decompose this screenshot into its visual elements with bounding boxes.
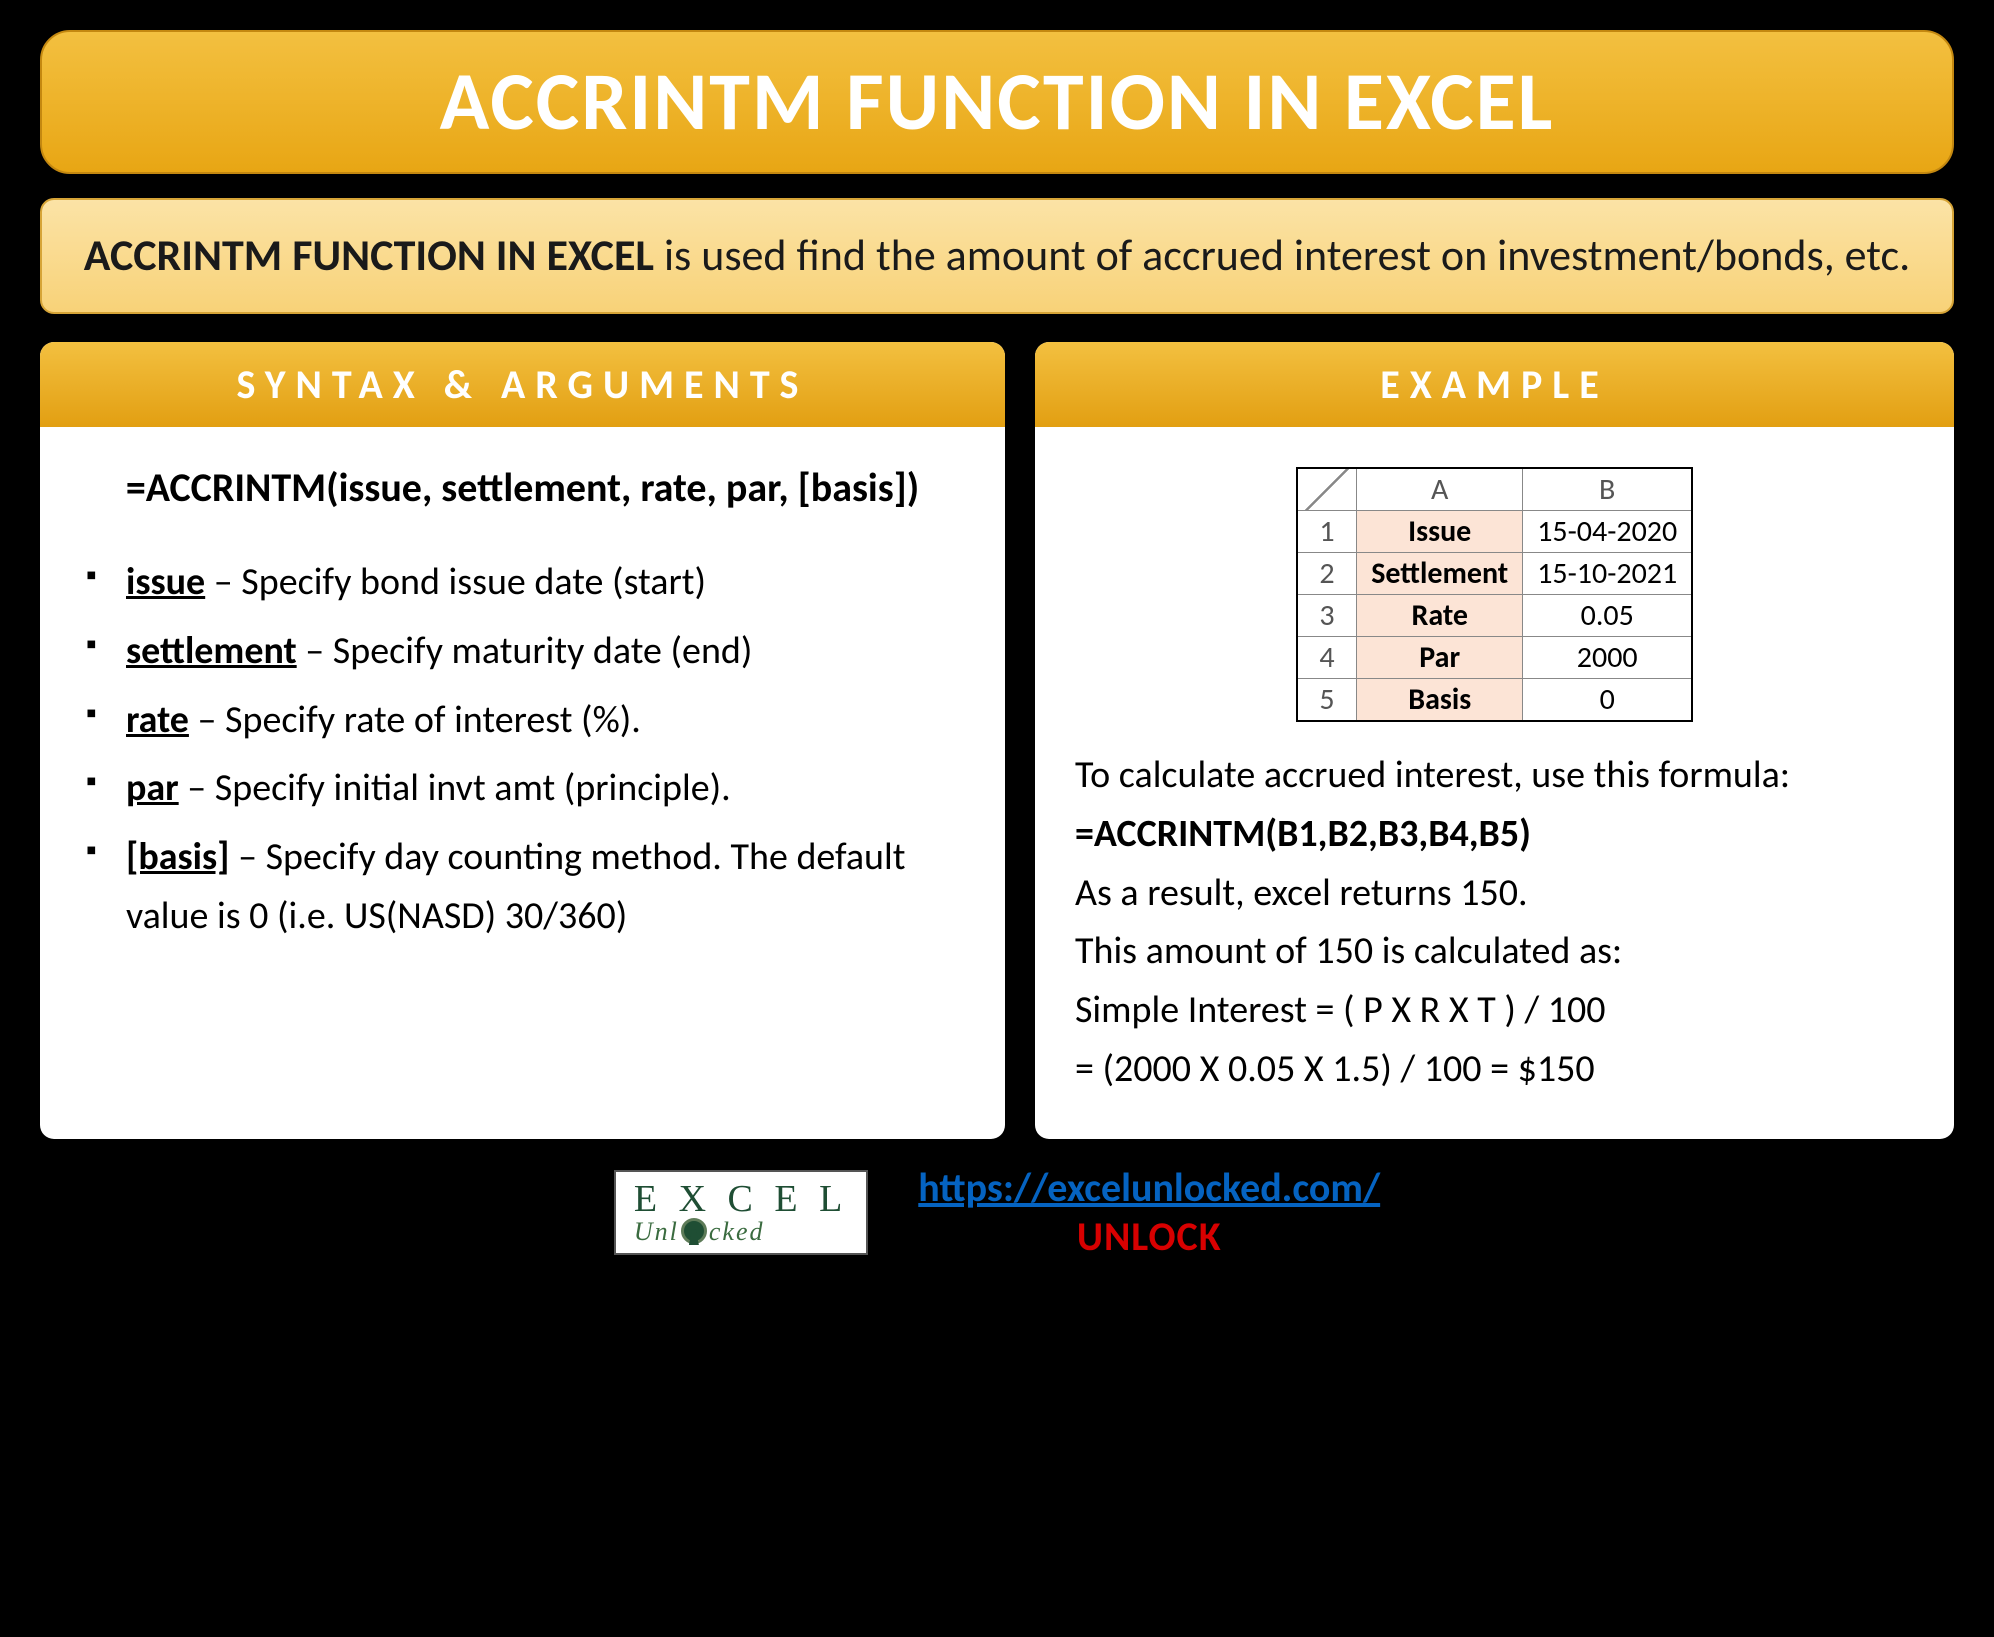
example-panel-header: EXAMPLE bbox=[1035, 342, 1954, 427]
arg-term: issue bbox=[126, 559, 205, 605]
example-panel-body: A B 1 Issue 15-04-2020 2 Settlement 15-1… bbox=[1035, 427, 1954, 1109]
table-row: 3 Rate 0.05 bbox=[1297, 594, 1692, 636]
list-item: issue – Specify bond issue date (start) bbox=[80, 553, 965, 612]
table-row: 2 Settlement 15-10-2021 bbox=[1297, 552, 1692, 594]
syntax-panel: SYNTAX & ARGUMENTS =ACCRINTM(issue, sett… bbox=[40, 342, 1005, 1139]
description-heading: ACCRINTM FUNCTION IN EXCEL bbox=[84, 228, 654, 282]
table-value: 15-04-2020 bbox=[1523, 510, 1693, 552]
content-columns: SYNTAX & ARGUMENTS =ACCRINTM(issue, sett… bbox=[40, 342, 1954, 1139]
brand-logo: E X C E L Unl cked bbox=[614, 1170, 868, 1255]
arg-term: [basis] bbox=[126, 834, 229, 880]
table-row: 5 Basis 0 bbox=[1297, 678, 1692, 721]
table-label: Par bbox=[1357, 636, 1523, 678]
keyhole-icon bbox=[681, 1218, 707, 1244]
row-header: 4 bbox=[1297, 636, 1357, 678]
example-formula: =ACCRINTM(B1,B2,B3,B4,B5) bbox=[1075, 805, 1914, 864]
example-text: To calculate accrued interest, use this … bbox=[1075, 746, 1914, 1099]
table-label: Settlement bbox=[1357, 552, 1523, 594]
arg-desc: – Specify initial invt amt (principle). bbox=[179, 765, 731, 811]
arg-term: par bbox=[126, 765, 179, 811]
example-calc-line: Simple Interest = ( P X R X T ) / 100 bbox=[1075, 981, 1914, 1040]
table-label: Issue bbox=[1357, 510, 1523, 552]
example-panel: EXAMPLE A B 1 Issue 15-04-2020 2 Settlem… bbox=[1035, 342, 1954, 1139]
logo-word: E X C E L bbox=[634, 1180, 848, 1218]
table-row: 4 Par 2000 bbox=[1297, 636, 1692, 678]
arg-desc: – Specify rate of interest (%). bbox=[189, 697, 641, 743]
logo-tagline: Unl cked bbox=[634, 1218, 848, 1245]
footer-unlock-text: UNLOCK bbox=[1077, 1212, 1222, 1261]
syntax-panel-header: SYNTAX & ARGUMENTS bbox=[40, 342, 1005, 427]
example-result: As a result, excel returns 150. bbox=[1075, 864, 1914, 923]
table-value: 15-10-2021 bbox=[1523, 552, 1693, 594]
table-label: Basis bbox=[1357, 678, 1523, 721]
col-header: A bbox=[1357, 468, 1523, 511]
table-label: Rate bbox=[1357, 594, 1523, 636]
row-header: 3 bbox=[1297, 594, 1357, 636]
arg-term: rate bbox=[126, 697, 189, 743]
arg-term: settlement bbox=[126, 628, 297, 674]
description-body: is used find the amount of accrued inter… bbox=[654, 228, 1910, 282]
arg-desc: – Specify day counting method. The defau… bbox=[126, 834, 905, 939]
table-value: 0 bbox=[1523, 678, 1693, 721]
footer-url-link[interactable]: https://excelunlocked.com/ bbox=[918, 1163, 1380, 1212]
arg-desc: – Specify maturity date (end) bbox=[297, 628, 753, 674]
table-row: A B bbox=[1297, 468, 1692, 511]
list-item: par – Specify initial invt amt (principl… bbox=[80, 759, 965, 818]
table-value: 0.05 bbox=[1523, 594, 1693, 636]
logo-tagline-text: Unl bbox=[634, 1217, 679, 1246]
row-header: 2 bbox=[1297, 552, 1357, 594]
description-box: ACCRINTM FUNCTION IN EXCEL is used find … bbox=[40, 198, 1954, 314]
table-row: 1 Issue 15-04-2020 bbox=[1297, 510, 1692, 552]
footer: E X C E L Unl cked https://excelunlocked.… bbox=[40, 1163, 1954, 1261]
example-excel-table: A B 1 Issue 15-04-2020 2 Settlement 15-1… bbox=[1296, 467, 1693, 722]
col-header: B bbox=[1523, 468, 1693, 511]
footer-links: https://excelunlocked.com/ UNLOCK bbox=[918, 1163, 1380, 1261]
list-item: [basis] – Specify day counting method. T… bbox=[80, 828, 965, 946]
page-title-banner: ACCRINTM FUNCTION IN EXCEL bbox=[40, 30, 1954, 174]
arg-desc: – Specify bond issue date (start) bbox=[205, 559, 706, 605]
list-item: settlement – Specify maturity date (end) bbox=[80, 622, 965, 681]
row-header: 5 bbox=[1297, 678, 1357, 721]
syntax-panel-body: =ACCRINTM(issue, settlement, rate, par, … bbox=[40, 427, 1005, 966]
arguments-list: issue – Specify bond issue date (start) … bbox=[80, 553, 965, 946]
syntax-formula: =ACCRINTM(issue, settlement, rate, par, … bbox=[80, 457, 965, 519]
example-calc-line: This amount of 150 is calculated as: bbox=[1075, 922, 1914, 981]
page-title: ACCRINTM FUNCTION IN EXCEL bbox=[82, 52, 1912, 152]
table-corner-cell bbox=[1297, 468, 1357, 511]
logo-tagline-text: cked bbox=[709, 1217, 765, 1246]
list-item: rate – Specify rate of interest (%). bbox=[80, 691, 965, 750]
logo-text: E X C E L Unl cked bbox=[634, 1180, 848, 1245]
example-intro: To calculate accrued interest, use this … bbox=[1075, 746, 1914, 805]
row-header: 1 bbox=[1297, 510, 1357, 552]
table-value: 2000 bbox=[1523, 636, 1693, 678]
example-calc-line: = (2000 X 0.05 X 1.5) / 100 = $150 bbox=[1075, 1040, 1914, 1099]
